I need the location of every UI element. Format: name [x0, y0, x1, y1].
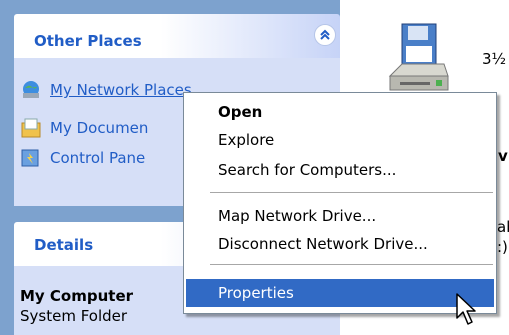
other-places-label-network: My Network Places	[50, 81, 192, 99]
network-places-icon	[20, 79, 42, 101]
my-documents-icon	[20, 117, 42, 139]
menu-item-open[interactable]: Open	[186, 98, 494, 126]
drive-label-fragment: 3½	[482, 50, 507, 68]
menu-item-search-computers[interactable]: Search for Computers...	[186, 156, 494, 184]
collapse-icon[interactable]	[314, 24, 336, 46]
menu-item-properties[interactable]: Properties	[186, 279, 494, 307]
content-fragment-c: :)	[497, 238, 508, 256]
other-places-item-network[interactable]: My Network Places	[20, 78, 192, 102]
menu-item-explore[interactable]: Explore	[186, 126, 494, 154]
other-places-header[interactable]: Other Places	[14, 14, 340, 58]
details-title: Details	[34, 236, 94, 254]
menu-separator	[210, 192, 493, 193]
control-panel-icon	[20, 147, 42, 169]
menu-separator	[210, 264, 493, 265]
context-menu: Open Explore Search for Computers... Map…	[183, 92, 497, 314]
content-fragment-a: v	[498, 147, 508, 165]
details-item-name: My Computer	[20, 287, 134, 305]
menu-item-disconnect-network-drive[interactable]: Disconnect Network Drive...	[186, 230, 494, 258]
other-places-item-documents[interactable]: My Documen	[20, 116, 148, 140]
floppy-drive-icon[interactable]	[388, 20, 450, 100]
other-places-label-control-panel: Control Pane	[50, 149, 146, 167]
other-places-label-documents: My Documen	[50, 119, 149, 137]
menu-item-map-network-drive[interactable]: Map Network Drive...	[186, 202, 494, 230]
details-item-type: System Folder	[20, 307, 128, 325]
other-places-title: Other Places	[34, 32, 142, 50]
mouse-cursor-icon	[455, 292, 481, 328]
other-places-item-control-panel[interactable]: Control Pane	[20, 146, 145, 170]
content-fragment-b: ab	[497, 218, 509, 236]
